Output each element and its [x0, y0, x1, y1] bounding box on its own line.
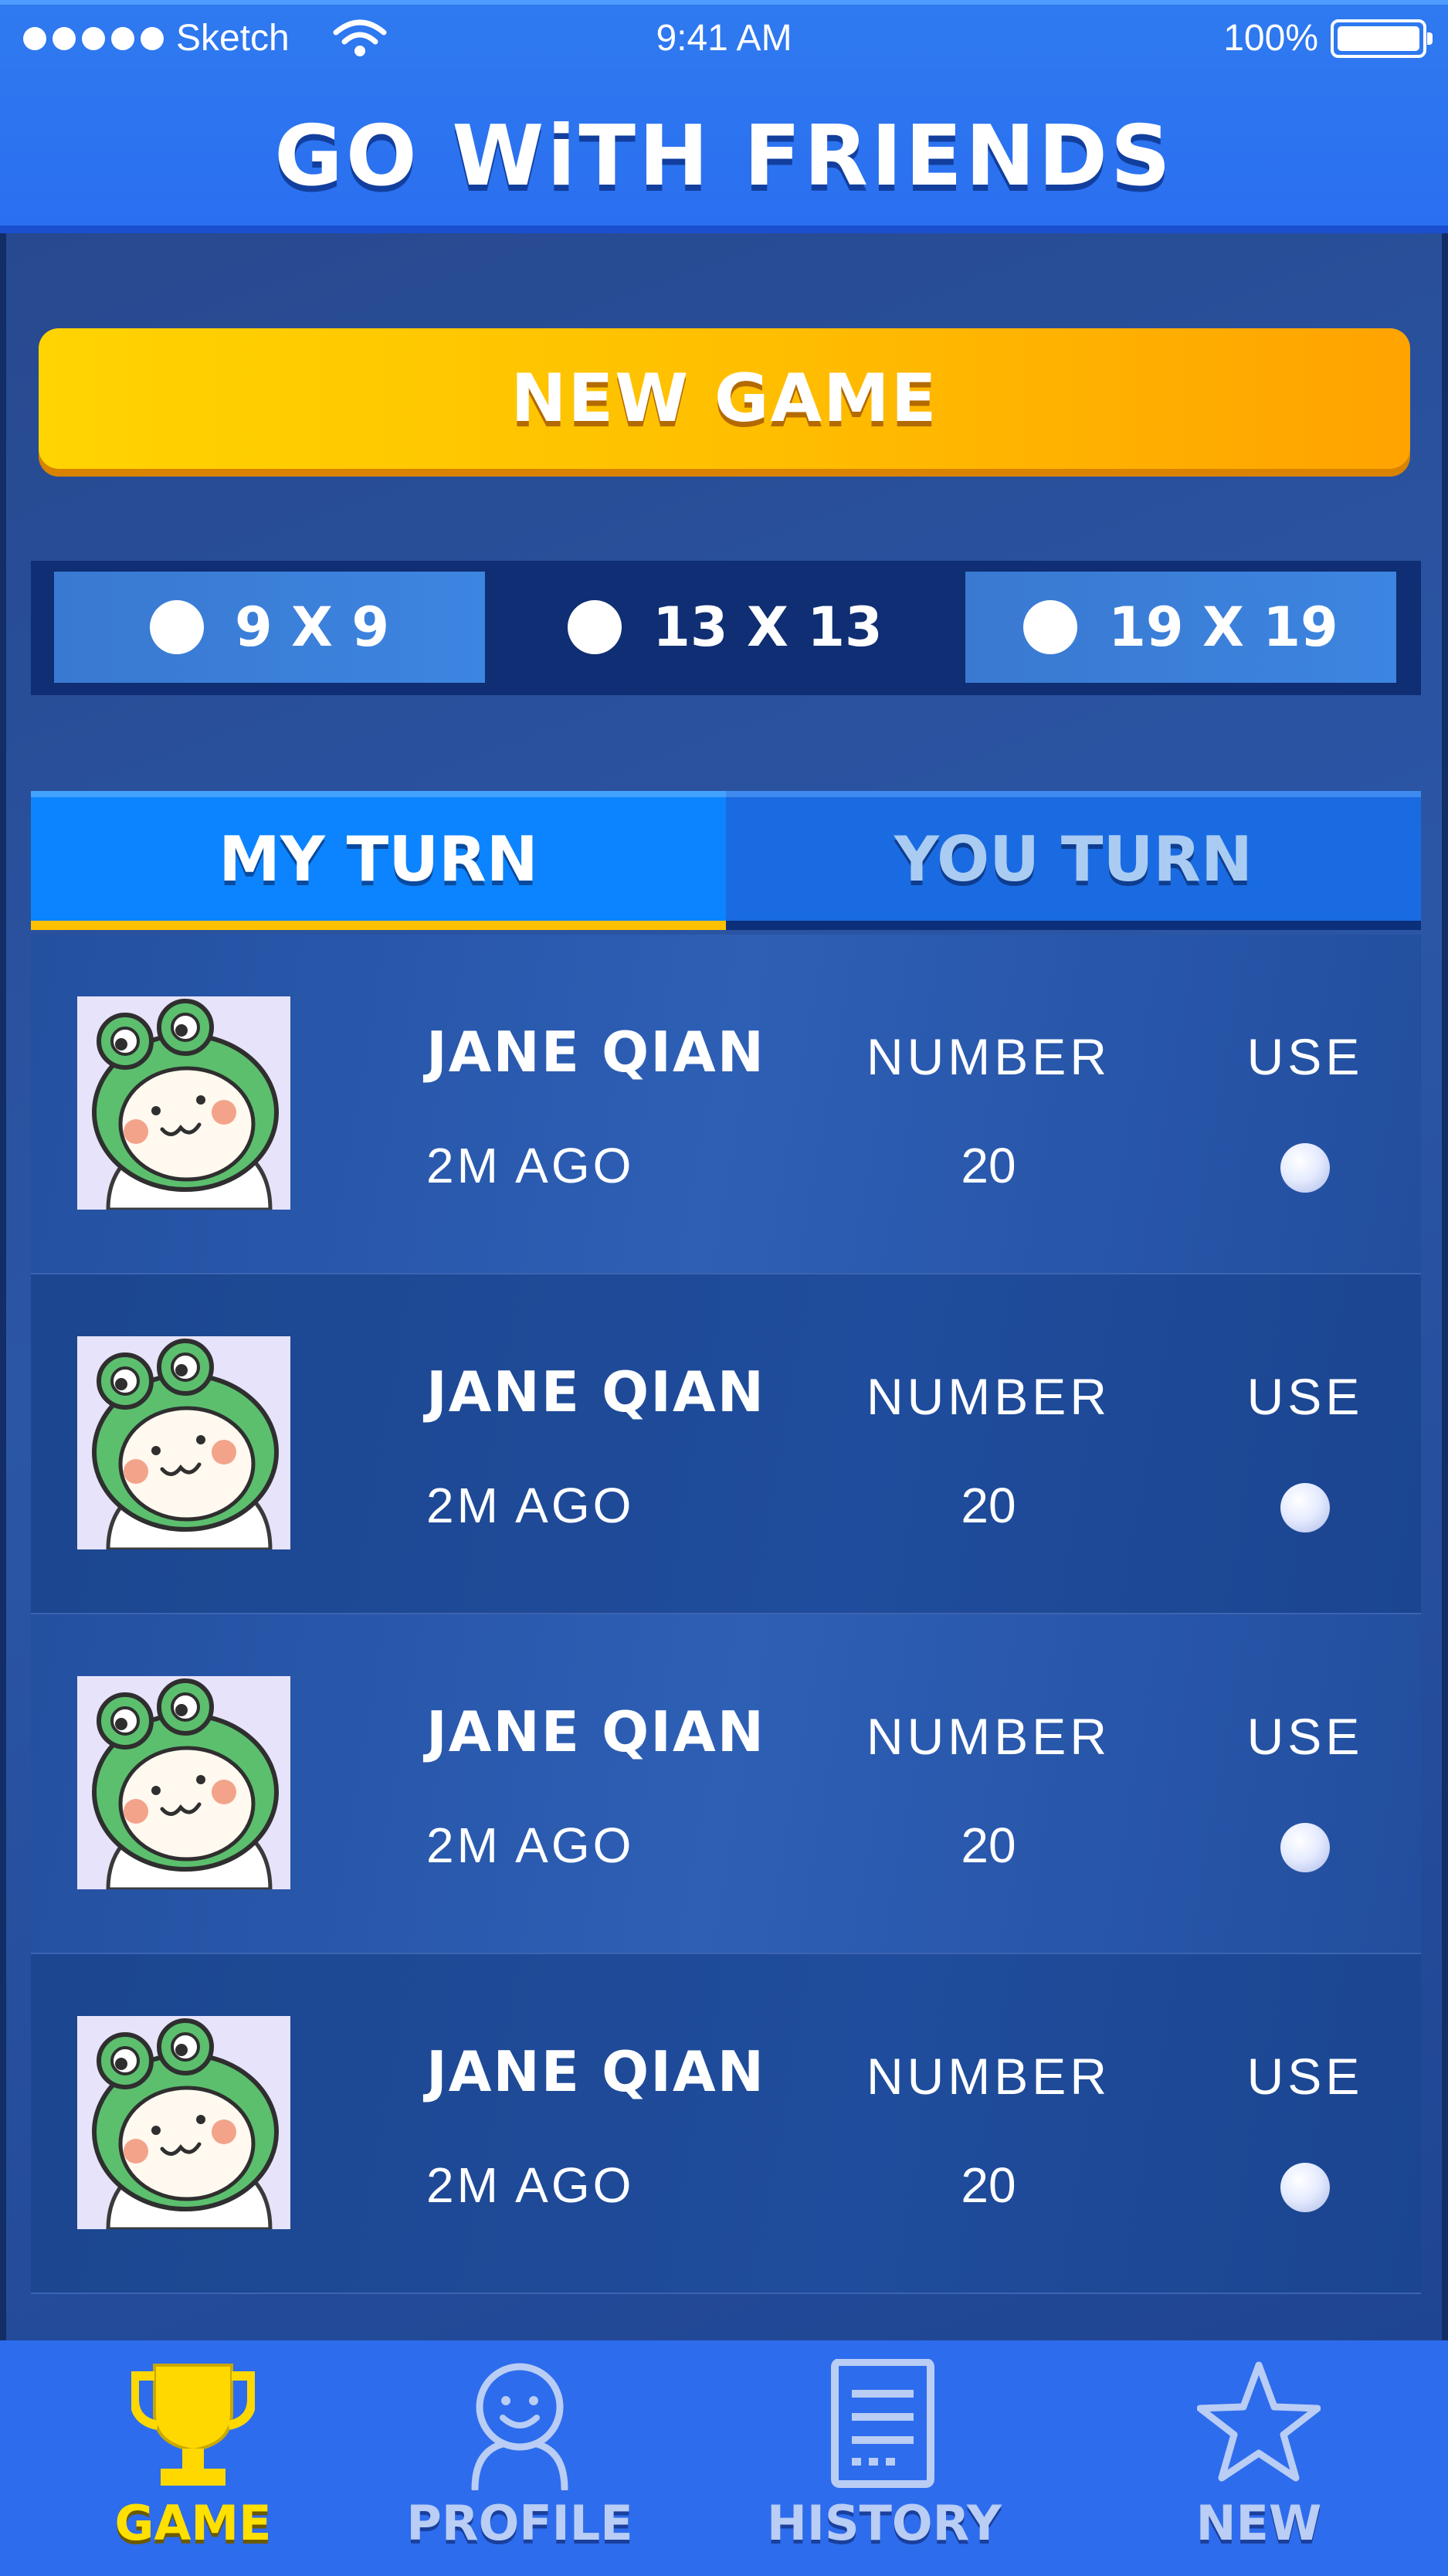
tab-my-turn[interactable]: MY TURN [31, 791, 726, 930]
app-header: Sketch 9:41 AM 100% GO WiTH FRIENDS [0, 0, 1448, 233]
frog-avatar-icon [92, 1678, 279, 1889]
star-icon [1197, 2361, 1321, 2482]
use-label: USE [1246, 1368, 1364, 1425]
page-title: GO WiTH FRIENDS [274, 108, 1174, 205]
new-game-button[interactable]: NEW GAME [39, 328, 1410, 469]
radio-icon [1023, 600, 1078, 654]
list-item[interactable]: JANE QIAN 2M AGO NUMBER 20 USE [31, 1954, 1421, 2294]
tab-game[interactable]: GAME [77, 2340, 309, 2576]
tab-profile[interactable]: PROFILE [404, 2340, 636, 2576]
battery-icon [1331, 19, 1433, 58]
board-size-9x9[interactable]: 9 X 9 [54, 572, 485, 683]
board-size-label: 19 X 19 [1108, 596, 1338, 659]
time-ago: 2M AGO [426, 1817, 635, 1873]
list-item[interactable]: JANE QIAN 2M AGO NUMBER 20 USE [31, 935, 1421, 1274]
board-size-label: 13 X 13 [653, 596, 883, 659]
use-radio-button[interactable] [1280, 1143, 1330, 1193]
board-size-selector: 9 X 9 13 X 13 19 X 19 [31, 561, 1421, 695]
number-label: NUMBER [866, 1368, 1111, 1425]
frog-avatar-icon [92, 999, 279, 1210]
number-value: 20 [961, 1478, 1016, 1533]
number-label: NUMBER [866, 2048, 1111, 2105]
number-value: 20 [961, 1138, 1016, 1193]
number-value: 20 [961, 2157, 1016, 2213]
use-radio-button[interactable] [1280, 1483, 1330, 1532]
player-name: JANE QIAN [426, 1020, 765, 1084]
frog-avatar-icon [92, 2018, 279, 2229]
avatar [77, 2016, 290, 2229]
board-size-19x19[interactable]: 19 X 19 [965, 572, 1396, 683]
avatar [77, 996, 290, 1210]
time-ago: 2M AGO [426, 2157, 635, 2213]
status-bar-right: 100% [1223, 17, 1433, 60]
player-name: JANE QIAN [426, 2039, 765, 2104]
tab-history[interactable]: HISTORY [767, 2340, 1002, 2576]
player-name: JANE QIAN [426, 1699, 765, 1764]
use-radio-button[interactable] [1280, 2163, 1330, 2212]
number-value: 20 [961, 1817, 1016, 1873]
tab-you-turn[interactable]: YOU TURN [726, 791, 1421, 930]
tab-label: HISTORY [767, 2495, 1002, 2551]
radio-icon [149, 600, 204, 654]
number-label: NUMBER [866, 1708, 1111, 1765]
number-label: NUMBER [866, 1028, 1111, 1085]
tab-label: NEW [1195, 2495, 1322, 2551]
time-ago: 2M AGO [426, 1138, 635, 1193]
player-name: JANE QIAN [426, 1359, 765, 1424]
list-item[interactable]: JANE QIAN 2M AGO NUMBER 20 USE [31, 1614, 1421, 1954]
tab-label: GAME [114, 2495, 272, 2551]
use-label: USE [1246, 1708, 1364, 1765]
list-item[interactable]: JANE QIAN 2M AGO NUMBER 20 USE [31, 1274, 1421, 1614]
board-size-13x13[interactable]: 13 X 13 [510, 572, 941, 683]
tab-label: PROFILE [406, 2495, 633, 2551]
history-icon [831, 2359, 934, 2488]
battery-percent: 100% [1223, 18, 1318, 59]
trophy-icon [131, 2364, 255, 2486]
use-radio-button[interactable] [1280, 1823, 1330, 1872]
time-ago: 2M AGO [426, 1478, 635, 1533]
bottom-tab-bar: GAME PROFILE HISTORY NEW [0, 2340, 1448, 2576]
profile-icon [471, 2363, 568, 2490]
avatar [77, 1336, 290, 1549]
frog-avatar-icon [92, 1339, 279, 1549]
game-list: JANE QIAN 2M AGO NUMBER 20 USE JANE QIAN… [31, 935, 1421, 2294]
use-label: USE [1246, 1028, 1364, 1085]
board-size-label: 9 X 9 [234, 596, 390, 659]
radio-icon [568, 600, 622, 654]
avatar [77, 1676, 290, 1889]
turn-tabs: MY TURN YOU TURN [31, 791, 1421, 930]
use-label: USE [1246, 2048, 1364, 2105]
tab-new[interactable]: NEW [1143, 2340, 1375, 2576]
